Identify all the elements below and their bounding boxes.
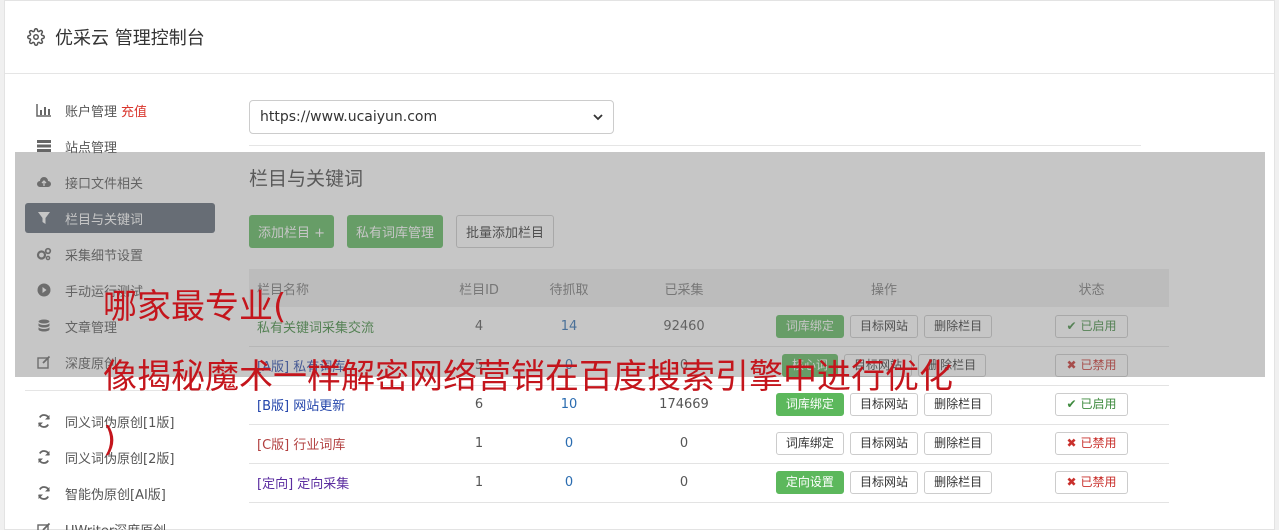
delete-column-button[interactable]: 删除栏目 [924, 471, 993, 494]
overlay-headline-line1: 哪家最专业( [103, 287, 287, 327]
dictionary-bind-button[interactable]: 词库绑定 [775, 432, 844, 455]
site-select-value: https://www.ucaiyun.com [260, 109, 438, 125]
column-name: 网站更新 [293, 399, 346, 414]
sidebar-item-label: 同义词伪原创[2版] [65, 451, 175, 467]
sidebar-item-label: 账户管理 [65, 104, 118, 120]
status-label: 已禁用 [1080, 436, 1117, 450]
sidebar-item-account[interactable]: 账户管理 充值 [25, 95, 215, 125]
status-cell: ✔ 已启用 [1014, 385, 1169, 425]
gear-icon [27, 28, 45, 46]
bar-chart-icon [36, 102, 52, 118]
overlay-headline-line3: ) [103, 420, 117, 460]
cross-icon: ✖ [1066, 436, 1077, 450]
column-tag: [定向] [257, 477, 294, 492]
column-name-cell[interactable]: [定向] 定向采集 [249, 463, 434, 503]
cross-icon: ✖ [1066, 475, 1077, 489]
column-tag: [C版] [257, 438, 290, 453]
divider [249, 145, 1141, 146]
site-select[interactable]: https://www.ucaiyun.com [249, 100, 614, 134]
sidebar-item-label: 同义词伪原创[1版] [65, 415, 175, 431]
actions-cell: 定向设置 目标网站 删除栏目 [754, 463, 1014, 503]
table-row: [C版] 行业词库 1 0 0 词库绑定 目标网站 删除栏目 ✖ 已禁用 [249, 424, 1169, 464]
pending-count: 0 [524, 424, 614, 464]
sidebar-item-label: UWriter深度原创 [65, 520, 166, 530]
column-id: 1 [434, 424, 524, 464]
status-label: 已禁用 [1080, 475, 1117, 489]
status-cell: ✖ 已禁用 [1014, 424, 1169, 464]
table-row: [定向] 定向采集 1 0 0 定向设置 目标网站 删除栏目 ✖ 已禁用 [249, 463, 1169, 503]
column-name-cell[interactable]: [C版] 行业词库 [249, 424, 434, 464]
refresh-icon [36, 449, 52, 465]
delete-column-button[interactable]: 删除栏目 [924, 432, 993, 455]
sidebar-item-synonym-v2[interactable]: 同义词伪原创[2版] [25, 442, 215, 472]
target-site-button[interactable]: 目标网站 [849, 432, 918, 455]
sidebar-item-synonym-v1[interactable]: 同义词伪原创[1版] [25, 406, 215, 436]
check-icon: ✔ [1066, 397, 1077, 411]
column-name: 定向采集 [297, 477, 350, 492]
target-site-button[interactable]: 目标网站 [849, 471, 918, 494]
collected-count: 0 [614, 463, 754, 503]
page-title: 优采云 管理控制台 [55, 28, 205, 49]
overlay-headline-line2: 像揭秘魔术一样解密网络营销在百度搜索引擎中进行优化 [103, 357, 953, 397]
actions-cell: 词库绑定 目标网站 删除栏目 [754, 424, 1014, 464]
collected-count: 0 [614, 424, 754, 464]
column-tag: [B版] [257, 399, 290, 414]
page: 优采云 管理控制台 账户管理 充值 站点管理 接口文件相关 栏目与关键词 采集细… [0, 0, 1279, 530]
column-name: 行业词库 [293, 438, 346, 453]
status-enabled-button[interactable]: ✔ 已启用 [1055, 393, 1128, 416]
refresh-icon [36, 485, 52, 501]
pending-count: 0 [524, 463, 614, 503]
edit-icon [36, 521, 52, 530]
header: 优采云 管理控制台 [5, 1, 1274, 74]
column-id: 1 [434, 463, 524, 503]
status-disabled-button[interactable]: ✖ 已禁用 [1055, 471, 1128, 494]
status-cell: ✖ 已禁用 [1014, 463, 1169, 503]
sidebar-item-label: 智能伪原创[AI版] [65, 487, 166, 503]
sidebar-item-ai-original[interactable]: 智能伪原创[AI版] [25, 478, 215, 508]
refresh-icon [36, 413, 52, 429]
status-disabled-button[interactable]: ✖ 已禁用 [1055, 432, 1128, 455]
recharge-link[interactable]: 充值 [121, 101, 147, 120]
directed-settings-button[interactable]: 定向设置 [775, 471, 844, 494]
chevron-down-icon [593, 109, 603, 125]
sidebar-item-uwriter[interactable]: UWriter深度原创 [25, 514, 215, 530]
overlay-band [15, 152, 1265, 377]
status-label: 已启用 [1080, 397, 1117, 411]
